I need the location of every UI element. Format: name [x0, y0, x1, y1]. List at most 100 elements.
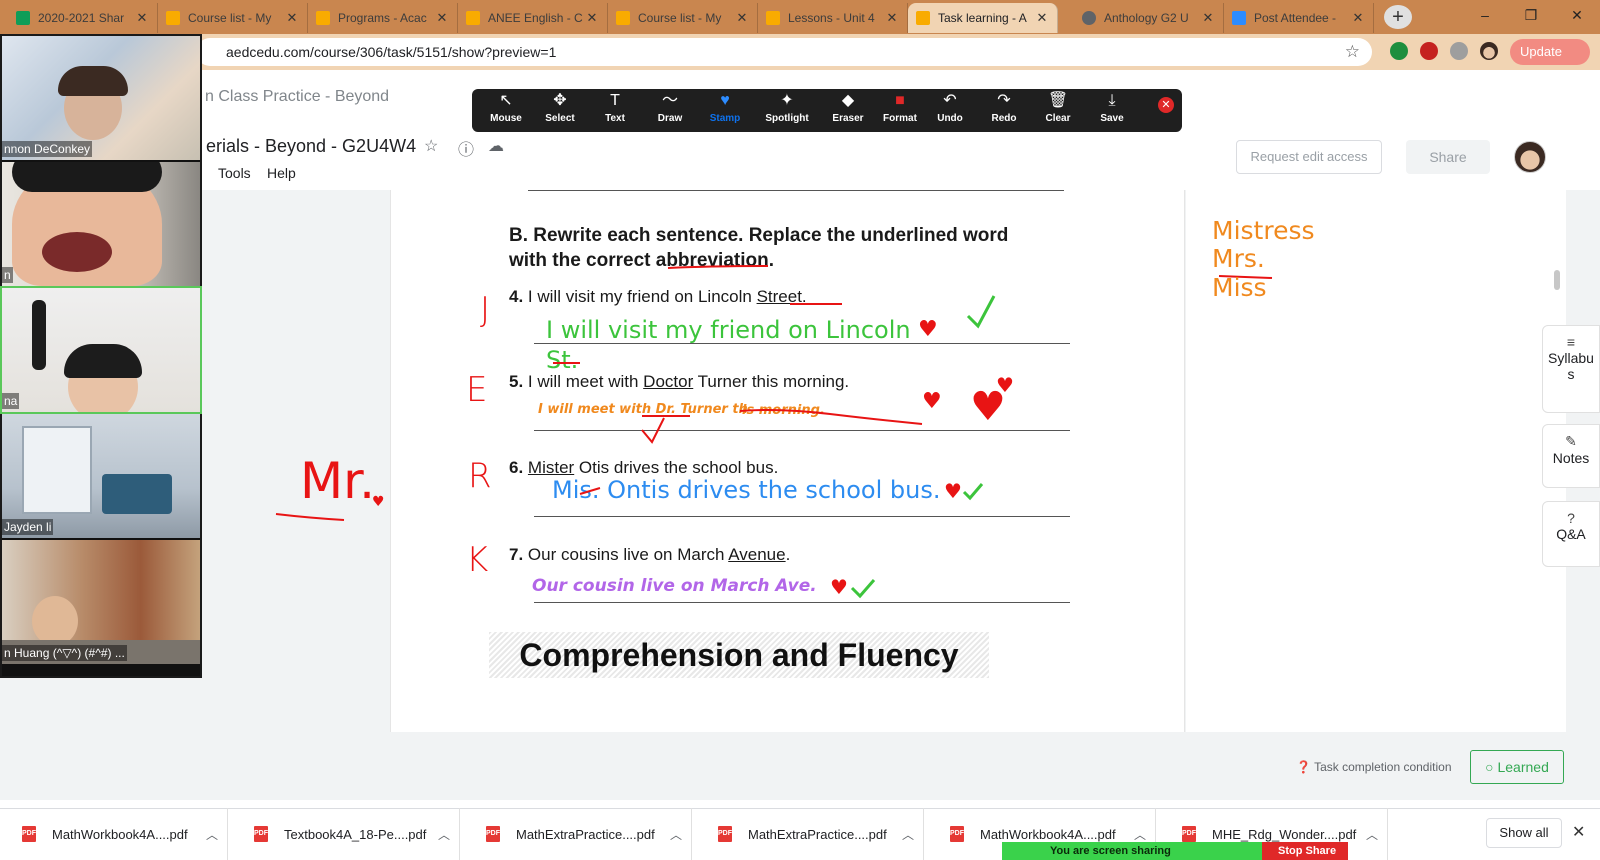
download-item[interactable]: PDF MathExtraPractice....pdf ︿	[696, 808, 924, 860]
syllabus-button[interactable]: ≡ Syllabu s	[1542, 325, 1600, 413]
stop-share-button[interactable]: Stop Share	[1262, 842, 1348, 860]
tool-draw[interactable]: 〜 Draw	[644, 89, 696, 132]
download-item[interactable]: PDF Textbook4A_18-Pe....pdf ︿	[232, 808, 460, 860]
close-icon[interactable]: ✕	[435, 10, 449, 26]
instruction-line-2: with the correct abbreviation.	[509, 250, 775, 271]
tool-stamp[interactable]: ♥ Stamp	[699, 89, 751, 132]
participant-tile[interactable]: nnon DeConkey	[2, 36, 200, 160]
puzzle-icon[interactable]	[1450, 42, 1468, 60]
star-icon[interactable]: ☆	[424, 136, 438, 156]
spotlight-icon: ✦	[780, 92, 794, 109]
tool-clear[interactable]: 🗑 Clear	[1032, 89, 1084, 132]
ublock-icon[interactable]	[1420, 42, 1438, 60]
heart-icon: ♥	[720, 92, 730, 109]
instruction-line-1: B. Rewrite each sentence. Replace the un…	[509, 225, 1009, 246]
chevron-up-icon[interactable]: ︿	[197, 826, 227, 843]
close-icon[interactable]: ✕	[1035, 10, 1049, 26]
task-completion-condition[interactable]: ❓ Task completion condition	[1296, 760, 1452, 774]
tool-undo[interactable]: ↶ Undo	[924, 89, 976, 132]
tool-mouse[interactable]: ↖ Mouse	[480, 89, 532, 132]
browser-tab[interactable]: Anthology G2 U ✕	[1074, 3, 1224, 33]
new-tab-button[interactable]: +	[1384, 5, 1412, 29]
browser-tab[interactable]: Lessons - Unit 4 ✕	[758, 3, 908, 33]
browser-tab[interactable]: Course list - My ✕	[608, 3, 758, 33]
menu-help[interactable]: Help	[267, 165, 296, 181]
download-item[interactable]: PDF MathExtraPractice....pdf ︿	[464, 808, 692, 860]
participant-name: n	[2, 267, 13, 283]
site-icon	[616, 11, 630, 25]
video-gallery: nnon DeConkey n na Jayden li n Huang (^▽…	[0, 34, 202, 678]
share-button[interactable]: Share	[1406, 140, 1490, 174]
question-icon: ?	[1567, 510, 1575, 526]
tool-spotlight[interactable]: ✦ Spotlight	[756, 89, 818, 132]
close-icon[interactable]: ✕	[885, 10, 899, 26]
chevron-up-icon[interactable]: ︿	[893, 826, 923, 843]
eraser-icon: ◆	[841, 92, 855, 109]
site-icon	[166, 11, 180, 25]
show-all-button[interactable]: Show all	[1486, 818, 1562, 848]
close-icon[interactable]: ✕	[1201, 10, 1215, 26]
participant-name: nnon DeConkey	[2, 141, 93, 157]
extension-icon[interactable]	[1390, 42, 1408, 60]
profile-avatar[interactable]	[1480, 42, 1498, 60]
tool-select[interactable]: ✥ Select	[534, 89, 586, 132]
doc-title[interactable]: erials - Beyond - G2U4W4	[206, 136, 416, 157]
window-close-button[interactable]: ✕	[1554, 0, 1600, 30]
browser-tab[interactable]: Course list - My ✕	[158, 3, 308, 33]
pdf-icon: PDF	[718, 826, 732, 842]
format-icon: ■	[895, 92, 905, 109]
chevron-up-icon[interactable]: ︿	[429, 826, 459, 843]
tool-format[interactable]: ■ Format	[874, 89, 926, 132]
zoom-annotation-toolbar: ↖ Mouse ✥ Select T Text 〜 Draw ♥ Stamp ✦ Spotl…	[472, 89, 1182, 132]
close-icon[interactable]: ✕	[1572, 822, 1585, 842]
close-icon[interactable]: ✕	[585, 10, 599, 26]
sheets-icon	[16, 11, 30, 25]
learned-button[interactable]: ○ Learned	[1470, 750, 1564, 784]
close-icon[interactable]: ✕	[1351, 10, 1365, 26]
tool-eraser[interactable]: ◆ Eraser	[822, 89, 874, 132]
request-edit-access-button[interactable]: Request edit access	[1236, 140, 1382, 174]
participant-tile[interactable]: Jayden li	[2, 414, 200, 538]
answer-line	[534, 516, 1070, 517]
participant-hair	[64, 344, 142, 378]
update-button[interactable]: Update	[1510, 39, 1590, 65]
browser-tab[interactable]: 2020-2021 Shar ✕	[8, 3, 158, 33]
menu-tools[interactable]: Tools	[218, 165, 251, 181]
browser-tab[interactable]: Post Attendee - ✕	[1224, 3, 1374, 33]
participant-tile[interactable]: n	[2, 162, 200, 286]
screen-sharing-indicator[interactable]: You are screen sharing	[1002, 842, 1262, 860]
account-avatar[interactable]	[1514, 141, 1546, 173]
chair	[102, 474, 172, 514]
download-item[interactable]: PDF MathWorkbook4A....pdf ︿	[0, 808, 228, 860]
chevron-up-icon[interactable]: ︿	[1125, 826, 1155, 843]
bookmark-star-icon[interactable]: ☆	[1345, 38, 1360, 66]
margin-letter-k: K	[466, 540, 489, 580]
close-icon[interactable]: ✕	[135, 10, 149, 26]
cloud-icon[interactable]: ☁	[488, 136, 504, 156]
chevron-up-icon[interactable]: ︿	[1357, 826, 1387, 843]
redo-icon: ↷	[997, 92, 1011, 109]
restore-button[interactable]: ❐	[1508, 0, 1554, 30]
tool-save[interactable]: ⤓ Save	[1086, 89, 1138, 132]
notes-label: Notes	[1552, 450, 1590, 466]
info-icon[interactable]: ⓘ	[458, 136, 474, 160]
close-icon[interactable]: ✕	[1158, 97, 1174, 113]
participant-tile[interactable]: n Huang (^▽^) (#^#) ...	[2, 540, 200, 664]
browser-tab-active[interactable]: Task learning - A ✕	[908, 3, 1058, 33]
browser-tab[interactable]: ANEE English - C ✕	[458, 3, 608, 33]
tool-redo[interactable]: ↷ Redo	[978, 89, 1030, 132]
url-input[interactable]: aedcedu.com/course/306/task/5151/show?pr…	[196, 38, 1372, 66]
notes-button[interactable]: ✎ Notes	[1542, 424, 1600, 488]
note-line-1: Mistress	[1212, 216, 1315, 245]
minimize-button[interactable]: –	[1462, 0, 1508, 30]
dresser	[22, 426, 92, 514]
close-icon[interactable]: ✕	[735, 10, 749, 26]
scrollbar[interactable]	[1554, 270, 1560, 290]
chevron-up-icon[interactable]: ︿	[661, 826, 691, 843]
qa-button[interactable]: ? Q&A	[1542, 501, 1600, 567]
close-icon[interactable]: ✕	[285, 10, 299, 26]
browser-tab[interactable]: Programs - Acac ✕	[308, 3, 458, 33]
tool-text[interactable]: T Text	[589, 89, 641, 132]
undo-icon: ↶	[943, 92, 957, 109]
participant-tile[interactable]: na	[0, 286, 202, 414]
